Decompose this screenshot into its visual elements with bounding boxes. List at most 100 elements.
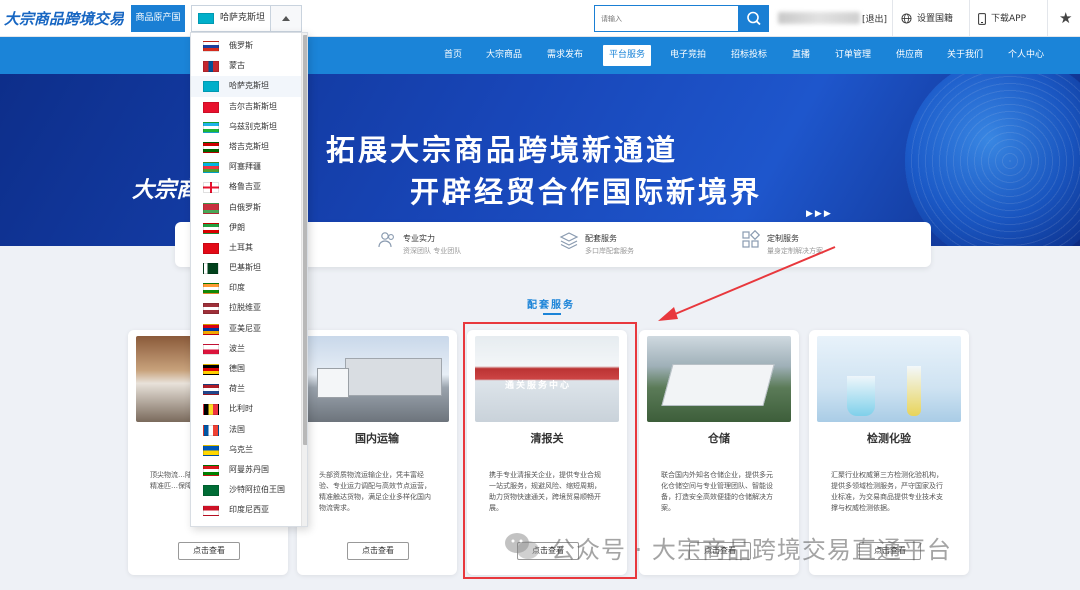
- feature-supporting: 配套服务 多口岸配套服务: [559, 230, 634, 255]
- country-option[interactable]: 白俄罗斯: [191, 198, 301, 218]
- country-dropdown[interactable]: 俄罗斯蒙古哈萨克斯坦吉尔吉斯斯坦乌兹别克斯坦塔吉克斯坦阿塞拜疆格鲁吉亚白俄罗斯伊…: [190, 32, 308, 527]
- country-option-label: 阿曼苏丹国: [229, 464, 269, 474]
- country-option[interactable]: 乌克兰: [191, 440, 301, 460]
- logout-link[interactable]: [退出]: [862, 12, 887, 25]
- kazakhstan-flag-icon: [198, 13, 214, 24]
- country-option[interactable]: 格鲁吉亚: [191, 177, 301, 197]
- country-option[interactable]: 俄罗斯: [191, 36, 301, 56]
- flag-icon: [203, 81, 219, 93]
- country-option[interactable]: 巴基斯坦: [191, 258, 301, 278]
- nav-item-auction[interactable]: 电子竞拍: [670, 45, 706, 66]
- country-option-label: 荷兰: [229, 384, 245, 394]
- wechat-icon: [505, 533, 539, 559]
- country-option[interactable]: 阿富汗: [191, 521, 301, 526]
- country-option[interactable]: 印度尼西亚: [191, 500, 301, 520]
- country-option-label: 土耳其: [229, 242, 253, 252]
- country-select[interactable]: 哈萨克斯坦: [191, 5, 271, 32]
- card-title: 仓储: [708, 432, 730, 445]
- set-country-label: 设置国籍: [917, 14, 954, 24]
- country-list: 俄罗斯蒙古哈萨克斯坦吉尔吉斯斯坦乌兹别克斯坦塔吉克斯坦阿塞拜疆格鲁吉亚白俄罗斯伊…: [191, 36, 301, 526]
- card-image: [817, 336, 961, 422]
- nav-item-personal[interactable]: 个人中心: [1008, 45, 1044, 66]
- nav-item-bidding[interactable]: 招标投标: [731, 45, 767, 66]
- country-option[interactable]: 阿塞拜疆: [191, 157, 301, 177]
- country-option[interactable]: 荷兰: [191, 379, 301, 399]
- country-option-label: 印度: [229, 283, 245, 293]
- country-option[interactable]: 比利时: [191, 399, 301, 419]
- country-option[interactable]: 法国: [191, 420, 301, 440]
- hero-banner: 大宗商 拓展大宗商品跨境新通道 开辟经贸合作国际新境界 ▶▶▶: [0, 74, 1080, 246]
- nav-item-suppliers[interactable]: 供应商: [896, 45, 923, 66]
- country-option[interactable]: 亚美尼亚: [191, 319, 301, 339]
- view-details-button[interactable]: 点击查看: [178, 542, 240, 560]
- flag-icon: [203, 283, 219, 295]
- search-input[interactable]: [594, 5, 739, 32]
- annotation-arrow-icon: [658, 246, 836, 321]
- customs-sign-text: 通关服务中心: [505, 381, 572, 391]
- download-app-link[interactable]: 下载APP: [978, 11, 1026, 25]
- country-option[interactable]: 蒙古: [191, 56, 301, 76]
- flag-icon: [203, 263, 219, 275]
- country-option[interactable]: 德国: [191, 359, 301, 379]
- country-option[interactable]: 沙特阿拉伯王国: [191, 480, 301, 500]
- country-option-label: 塔吉克斯坦: [229, 141, 269, 151]
- flag-icon: [203, 485, 219, 497]
- nav-item-about[interactable]: 关于我们: [947, 45, 983, 66]
- nav-item-live[interactable]: 直播: [792, 45, 810, 66]
- card-title: 国内运输: [355, 432, 399, 445]
- flag-icon: [203, 404, 219, 416]
- flag-icon: [203, 182, 219, 194]
- section-title-underline: [543, 313, 561, 315]
- country-option-label: 印度尼西亚: [229, 505, 269, 515]
- watermark-text: 公众号 · 大宗商品跨境交易直通平台: [551, 536, 952, 564]
- main-nav: 首页 大宗商品 需求发布 平台服务 电子竞拍 招标投标 直播 订单管理 供应商 …: [0, 37, 1080, 74]
- country-option-label: 蒙古: [229, 61, 245, 71]
- nav-item-demand[interactable]: 需求发布: [547, 45, 583, 66]
- country-option[interactable]: 波兰: [191, 339, 301, 359]
- nav-item-orders[interactable]: 订单管理: [835, 45, 871, 66]
- nav-item-platform-services[interactable]: 平台服务: [603, 45, 652, 66]
- flag-icon: [203, 444, 219, 456]
- scrollbar-thumb[interactable]: [303, 35, 307, 445]
- country-option-label: 德国: [229, 364, 245, 373]
- card-image: [647, 336, 791, 422]
- country-option[interactable]: 伊朗: [191, 218, 301, 238]
- country-option[interactable]: 印度: [191, 278, 301, 298]
- card-description: 携手专业清报关企业，提供专业合规一站式服务，规避风险、缩短周期，助力货物快速通关…: [489, 471, 601, 512]
- search-button[interactable]: [739, 5, 769, 32]
- country-option[interactable]: 拉脱维亚: [191, 298, 301, 318]
- star-icon[interactable]: ★: [1059, 9, 1072, 27]
- country-option-label: 拉脱维亚: [229, 303, 261, 313]
- country-option[interactable]: 塔吉克斯坦: [191, 137, 301, 157]
- card-title: 清报关: [530, 432, 564, 445]
- nav-item-commodities[interactable]: 大宗商品: [486, 45, 522, 66]
- view-details-button[interactable]: 点击查看: [347, 542, 409, 560]
- country-option-label: 吉尔吉斯斯坦: [229, 101, 277, 111]
- flag-icon: [203, 61, 219, 73]
- country-option[interactable]: 土耳其: [191, 238, 301, 258]
- dropdown-scrollbar[interactable]: [301, 33, 307, 526]
- flag-icon: [203, 242, 219, 254]
- flag-icon: [203, 141, 219, 153]
- country-option-label: 乌克兰: [229, 444, 253, 454]
- banner-logo: 大宗商: [132, 177, 199, 203]
- chevron-up-icon[interactable]: [271, 5, 302, 32]
- country-option[interactable]: 哈萨克斯坦: [191, 76, 301, 97]
- country-option-label: 巴基斯坦: [229, 263, 261, 273]
- country-option[interactable]: 阿曼苏丹国: [191, 460, 301, 480]
- country-option[interactable]: 乌兹别克斯坦: [191, 117, 301, 137]
- flag-icon: [203, 525, 219, 526]
- country-option-label: 沙特阿拉伯王国: [229, 485, 285, 495]
- nav-item-home[interactable]: 首页: [444, 45, 462, 66]
- divider: [1047, 0, 1048, 37]
- service-card-domestic-transport[interactable]: 国内运输 头部资质物流运输企业，凭丰富经验、专业运力调配与高效节点运营，精准触达…: [297, 330, 457, 575]
- country-option-label: 比利时: [229, 404, 253, 414]
- origin-country-button[interactable]: 商品原产国: [131, 5, 185, 32]
- site-logo[interactable]: 大宗商品跨境交易: [4, 4, 124, 34]
- country-option[interactable]: 吉尔吉斯斯坦: [191, 97, 301, 117]
- top-bar: 大宗商品跨境交易 商品原产国 哈萨克斯坦 [退出] 设置国籍 下载APP ★: [0, 0, 1080, 37]
- card-description: 联合国内外知名仓储企业，提供多元化仓储空间与专业管理团队、智能设备，打造安全高效…: [661, 471, 773, 512]
- country-option-label: 格鲁吉亚: [229, 182, 261, 192]
- flag-icon: [203, 303, 219, 315]
- set-country-link[interactable]: 设置国籍: [901, 11, 953, 24]
